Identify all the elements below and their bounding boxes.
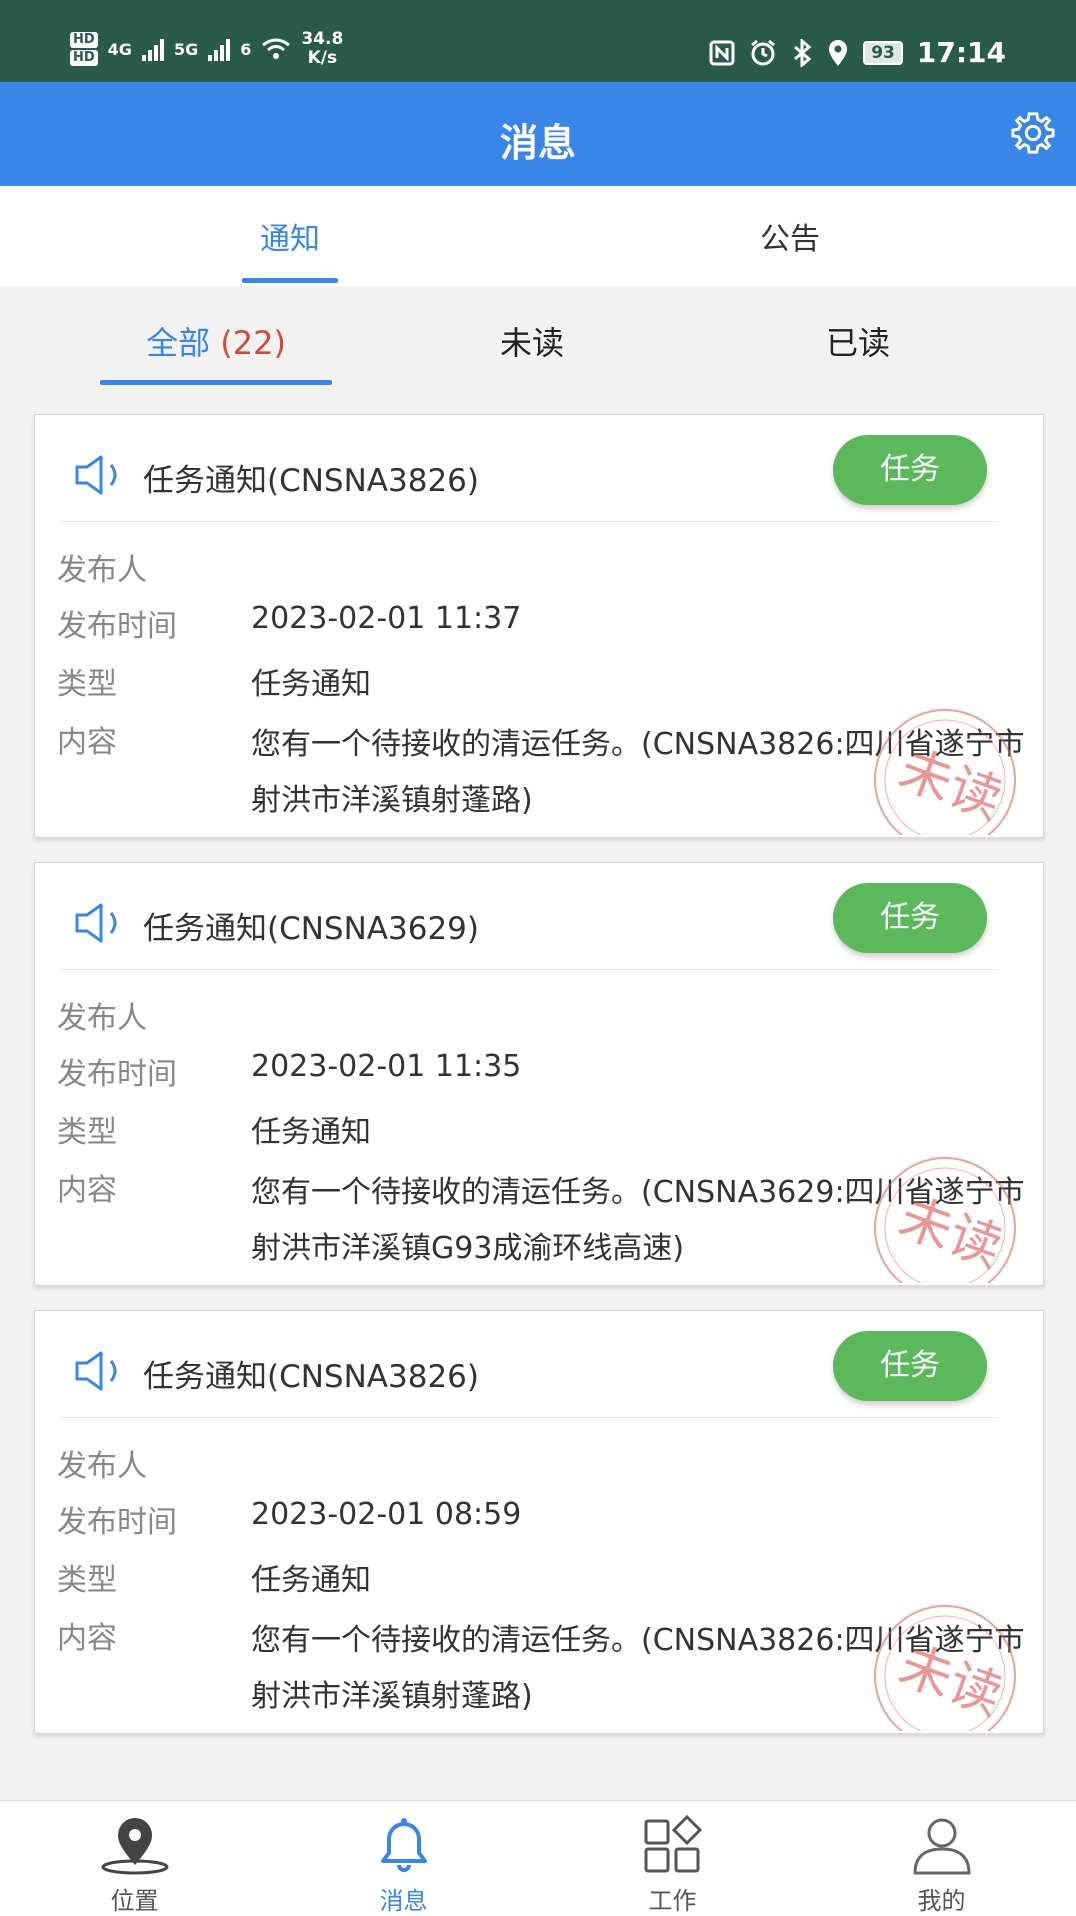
card-divider bbox=[59, 521, 999, 522]
status-bar-left: HD HD 4G 5G 6 34.8 K/s bbox=[70, 30, 343, 68]
filter-tabs: 全部 (22) 未读 已读 bbox=[0, 290, 1076, 390]
grid-apps-icon bbox=[644, 1815, 703, 1873]
publisher-label: 发布人 bbox=[57, 1449, 147, 1484]
message-title: 任务通知(CNSNA3826) bbox=[143, 1359, 479, 1395]
status-bar-right: 93 17:14 bbox=[709, 36, 1006, 69]
nav-item-messages[interactable]: 消息 bbox=[269, 1801, 538, 1916]
content-value: 您有一个待接收的清运任务。(CNSNA3826:四川省遂宁市射洪市洋溪镇射蓬路) bbox=[251, 1623, 1025, 1714]
type-value: 任务通知 bbox=[251, 1115, 371, 1150]
type-value: 任务通知 bbox=[251, 667, 371, 702]
card-divider bbox=[59, 969, 999, 970]
bottom-nav: 位置 消息 工作 我的 bbox=[0, 1800, 1076, 1916]
speaker-icon bbox=[75, 455, 117, 495]
type-label: 类型 bbox=[57, 667, 117, 702]
top-tabs: 通知 公告 bbox=[0, 186, 1076, 286]
speaker-icon bbox=[75, 903, 117, 943]
filter-tab-all-count: (22) bbox=[220, 324, 286, 362]
hd-badge-1: HD bbox=[70, 32, 98, 48]
message-card-header: 任务通知(CNSNA3826) 任务 bbox=[35, 1311, 1043, 1417]
publisher-label: 发布人 bbox=[57, 1001, 147, 1036]
message-card-header: 任务通知(CNSNA3826) 任务 bbox=[35, 415, 1043, 521]
nfc-icon bbox=[709, 40, 735, 65]
type-label: 类型 bbox=[57, 1115, 117, 1150]
tab-indicator bbox=[242, 278, 338, 283]
hd-badge-2: HD bbox=[70, 50, 98, 66]
filter-tab-all[interactable]: 全部 (22) bbox=[96, 318, 336, 364]
time-value: 2023-02-01 11:37 bbox=[251, 601, 522, 636]
content-label: 内容 bbox=[57, 1621, 117, 1656]
filter-tab-read[interactable]: 已读 bbox=[738, 318, 978, 364]
speaker-icon bbox=[75, 1351, 117, 1391]
message-card-header: 任务通知(CNSNA3629) 任务 bbox=[35, 863, 1043, 969]
nav-label-work: 工作 bbox=[648, 1887, 697, 1915]
message-card[interactable]: 任务通知(CNSNA3826) 任务 发布人 发布时间 2023-02-01 1… bbox=[34, 414, 1044, 838]
content-value: 您有一个待接收的清运任务。(CNSNA3629:四川省遂宁市射洪市洋溪镇G93成… bbox=[251, 1175, 1025, 1266]
filter-tab-all-label: 全部 bbox=[146, 324, 211, 362]
content-label: 内容 bbox=[57, 725, 117, 760]
app-bar: 消息 bbox=[0, 82, 1076, 186]
type-value: 任务通知 bbox=[251, 1563, 371, 1598]
nav-label-messages: 消息 bbox=[379, 1887, 428, 1915]
nav-item-work[interactable]: 工作 bbox=[538, 1801, 807, 1916]
task-badge-button[interactable]: 任务 bbox=[833, 435, 987, 505]
type-label: 类型 bbox=[57, 1563, 117, 1598]
location-icon bbox=[829, 39, 848, 66]
wifi-version: 6 bbox=[240, 39, 252, 59]
nav-item-location[interactable]: 位置 bbox=[0, 1801, 269, 1916]
alarm-icon bbox=[751, 39, 776, 65]
tab-announcements[interactable]: 公告 bbox=[690, 214, 890, 258]
time-label: 发布时间 bbox=[57, 1505, 177, 1540]
message-card[interactable]: 任务通知(CNSNA3629) 任务 发布人 发布时间 2023-02-01 1… bbox=[34, 862, 1044, 1286]
message-card[interactable]: 任务通知(CNSNA3826) 任务 发布人 发布时间 2023-02-01 0… bbox=[34, 1310, 1044, 1734]
bluetooth-icon bbox=[794, 38, 812, 67]
network-type-1: 4G bbox=[107, 39, 132, 59]
message-title: 任务通知(CNSNA3826) bbox=[143, 463, 479, 499]
content-value: 您有一个待接收的清运任务。(CNSNA3826:四川省遂宁市射洪市洋溪镇射蓬路) bbox=[251, 727, 1025, 818]
signal-strength-icon bbox=[141, 37, 164, 61]
network-speed: 34.8 K/s bbox=[301, 30, 343, 68]
user-icon bbox=[913, 1818, 971, 1875]
message-title: 任务通知(CNSNA3629) bbox=[143, 911, 479, 947]
gear-icon[interactable] bbox=[1010, 110, 1056, 156]
time-value: 2023-02-01 08:59 bbox=[251, 1497, 522, 1532]
hd-indicators: HD HD bbox=[70, 32, 98, 66]
status-bar: HD HD 4G 5G 6 34.8 K/s 93 17:14 bbox=[0, 0, 1076, 82]
network-type-2: 5G bbox=[173, 39, 199, 59]
card-divider bbox=[59, 1417, 999, 1418]
task-badge-button[interactable]: 任务 bbox=[833, 1331, 987, 1401]
filter-tab-unread[interactable]: 未读 bbox=[412, 318, 652, 364]
tab-notifications[interactable]: 通知 bbox=[190, 214, 390, 258]
network-speed-unit: K/s bbox=[307, 48, 338, 68]
publisher-label: 发布人 bbox=[57, 553, 147, 588]
nav-label-profile: 我的 bbox=[917, 1887, 966, 1915]
time-value: 2023-02-01 11:35 bbox=[251, 1049, 522, 1084]
time-label: 发布时间 bbox=[57, 609, 177, 644]
time-label: 发布时间 bbox=[57, 1057, 177, 1092]
page-title: 消息 bbox=[499, 121, 576, 165]
content-label: 内容 bbox=[57, 1173, 117, 1208]
bell-icon bbox=[381, 1818, 427, 1872]
nav-label-location: 位置 bbox=[110, 1887, 159, 1915]
nav-item-profile[interactable]: 我的 bbox=[807, 1801, 1076, 1916]
filter-tab-indicator bbox=[100, 380, 332, 385]
wifi-icon bbox=[262, 38, 291, 59]
signal-strength-icon-2 bbox=[208, 37, 231, 61]
battery-indicator: 93 bbox=[863, 40, 903, 65]
status-time: 17:14 bbox=[916, 36, 1006, 69]
location-pin-icon bbox=[101, 1818, 169, 1875]
task-badge-button[interactable]: 任务 bbox=[833, 883, 987, 953]
network-speed-value: 34.8 bbox=[301, 29, 344, 49]
